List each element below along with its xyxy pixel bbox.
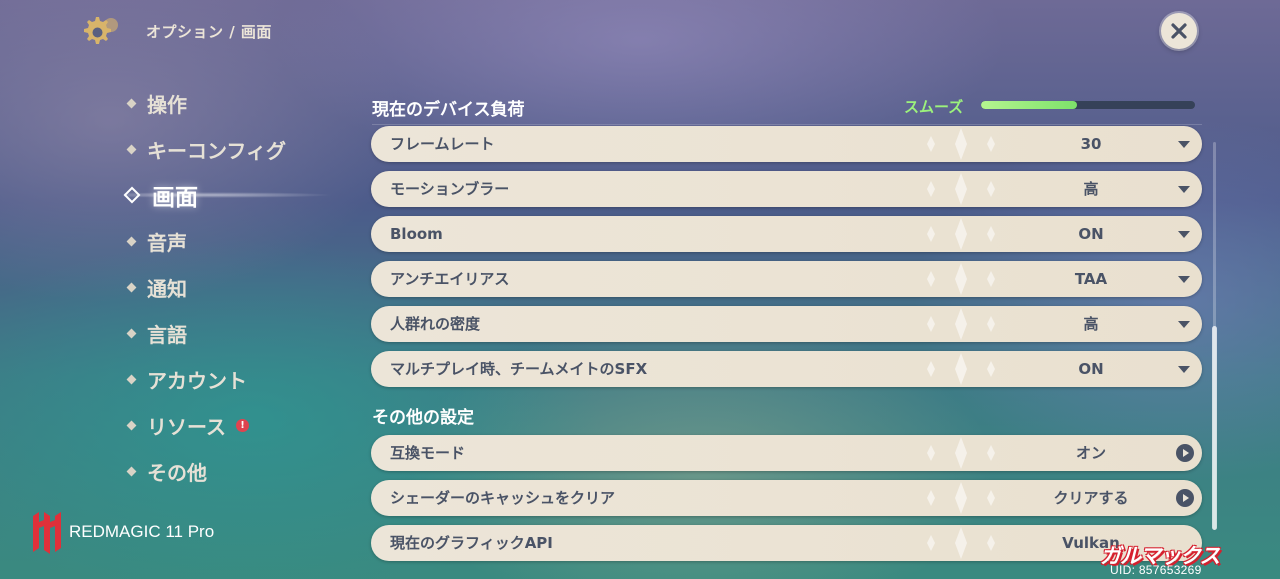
setting-row-clear-shader-cache[interactable]: シェーダーのキャッシュをクリア クリアする (371, 480, 1202, 516)
setting-value: クリアする (1053, 489, 1129, 507)
device-load-title: 現在のデバイス負荷 (372, 100, 525, 120)
dropdown-arrow-icon (1178, 366, 1190, 373)
setting-row-graphics-api: 現在のグラフィックAPI Vulkan (371, 525, 1202, 561)
sidebar-item-language[interactable]: 言語 (124, 310, 364, 356)
dropdown-arrow-icon (1178, 231, 1190, 238)
setting-label: フレームレート (390, 135, 495, 153)
setting-row-compatibility-mode[interactable]: 互換モード オン (371, 435, 1202, 471)
bullet-icon (126, 328, 137, 338)
active-bullet-icon (123, 186, 141, 204)
sidebar-item-key-config[interactable]: キーコンフィグ (124, 126, 364, 172)
uid-label: UID: 857653269 (1110, 563, 1202, 577)
setting-label: 現在のグラフィックAPI (390, 534, 553, 552)
dropdown-arrow-icon (1178, 276, 1190, 283)
sidebar-item-label: 画面 (152, 185, 198, 211)
device-name: REDMAGIC 11 Pro (69, 522, 215, 541)
setting-row-crowd-density[interactable]: 人群れの密度 高 (371, 306, 1202, 342)
device-load-bar (981, 101, 1195, 109)
bullet-icon (126, 466, 137, 476)
sidebar-item-label: その他 (147, 460, 207, 485)
gear-icon (84, 17, 118, 44)
sidebar-item-notifications[interactable]: 通知 (124, 264, 364, 310)
setting-label: 人群れの密度 (390, 315, 481, 333)
setting-value: オン (1075, 444, 1106, 462)
bullet-icon (126, 420, 137, 430)
sidebar-item-label: 操作 (147, 92, 187, 117)
sidebar-item-account[interactable]: アカウント (124, 356, 364, 402)
setting-row-coop-teammate-sfx[interactable]: マルチプレイ時、チームメイトのSFX ON (371, 351, 1202, 387)
sidebar-item-label: アカウント (147, 368, 247, 393)
setting-row-bloom[interactable]: Bloom ON (371, 216, 1202, 252)
sidebar-item-audio[interactable]: 音声 (124, 218, 364, 264)
bullet-icon (126, 236, 137, 246)
setting-label: 互換モード (390, 444, 466, 462)
sidebar-item-label: 音声 (147, 230, 187, 255)
setting-label: Bloom (390, 225, 443, 243)
sidebar-item-label: キーコンフィグ (147, 138, 286, 163)
bullet-icon (126, 144, 137, 154)
setting-row-anti-aliasing[interactable]: アンチエイリアス TAA (371, 261, 1202, 297)
sidebar-nav: 操作 キーコンフィグ 画面 音声 通知 言語 アカウント リソース ! その他 (123, 80, 364, 494)
redmagic-logo-icon (33, 512, 61, 554)
sidebar-item-label: 通知 (147, 276, 187, 301)
sidebar-item-other[interactable]: その他 (124, 448, 364, 494)
setting-value: ON (1078, 360, 1104, 378)
alert-badge-icon: ! (236, 418, 249, 432)
device-load-status: スムーズ (904, 98, 964, 116)
sidebar-item-resources[interactable]: リソース ! (124, 402, 364, 448)
close-icon (1171, 23, 1187, 39)
bullet-icon (126, 98, 137, 108)
bullet-icon (126, 282, 137, 292)
sidebar-item-graphics[interactable]: 画面 (123, 172, 364, 218)
setting-value: 高 (1083, 315, 1099, 333)
setting-label: モーションブラー (390, 180, 510, 198)
dropdown-arrow-icon (1178, 186, 1190, 193)
other-settings-title: その他の設定 (372, 408, 474, 428)
close-button[interactable] (1161, 13, 1197, 49)
setting-value: 高 (1083, 180, 1099, 198)
arrow-right-icon (1176, 489, 1194, 507)
breadcrumb: オプション / 画面 (146, 23, 272, 41)
scrollbar-thumb[interactable] (1212, 326, 1217, 530)
setting-label: マルチプレイ時、チームメイトのSFX (390, 360, 648, 378)
setting-row-frame-rate[interactable]: フレームレート 30 (371, 126, 1202, 162)
dropdown-arrow-icon (1178, 321, 1190, 328)
sidebar-item-label: リソース (147, 414, 226, 439)
setting-value: 30 (1080, 135, 1102, 153)
arrow-right-icon (1176, 444, 1194, 462)
setting-label: シェーダーのキャッシュをクリア (390, 489, 616, 507)
sidebar-item-controls[interactable]: 操作 (124, 80, 364, 126)
setting-value: ON (1078, 225, 1104, 243)
dropdown-arrow-icon (1178, 141, 1190, 148)
sidebar-item-label: 言語 (147, 322, 187, 347)
setting-value: TAA (1074, 270, 1108, 288)
divider (372, 124, 1202, 125)
setting-label: アンチエイリアス (390, 270, 510, 288)
setting-row-motion-blur[interactable]: モーションブラー 高 (371, 171, 1202, 207)
bullet-icon (126, 374, 137, 384)
device-load-fill (981, 101, 1078, 109)
